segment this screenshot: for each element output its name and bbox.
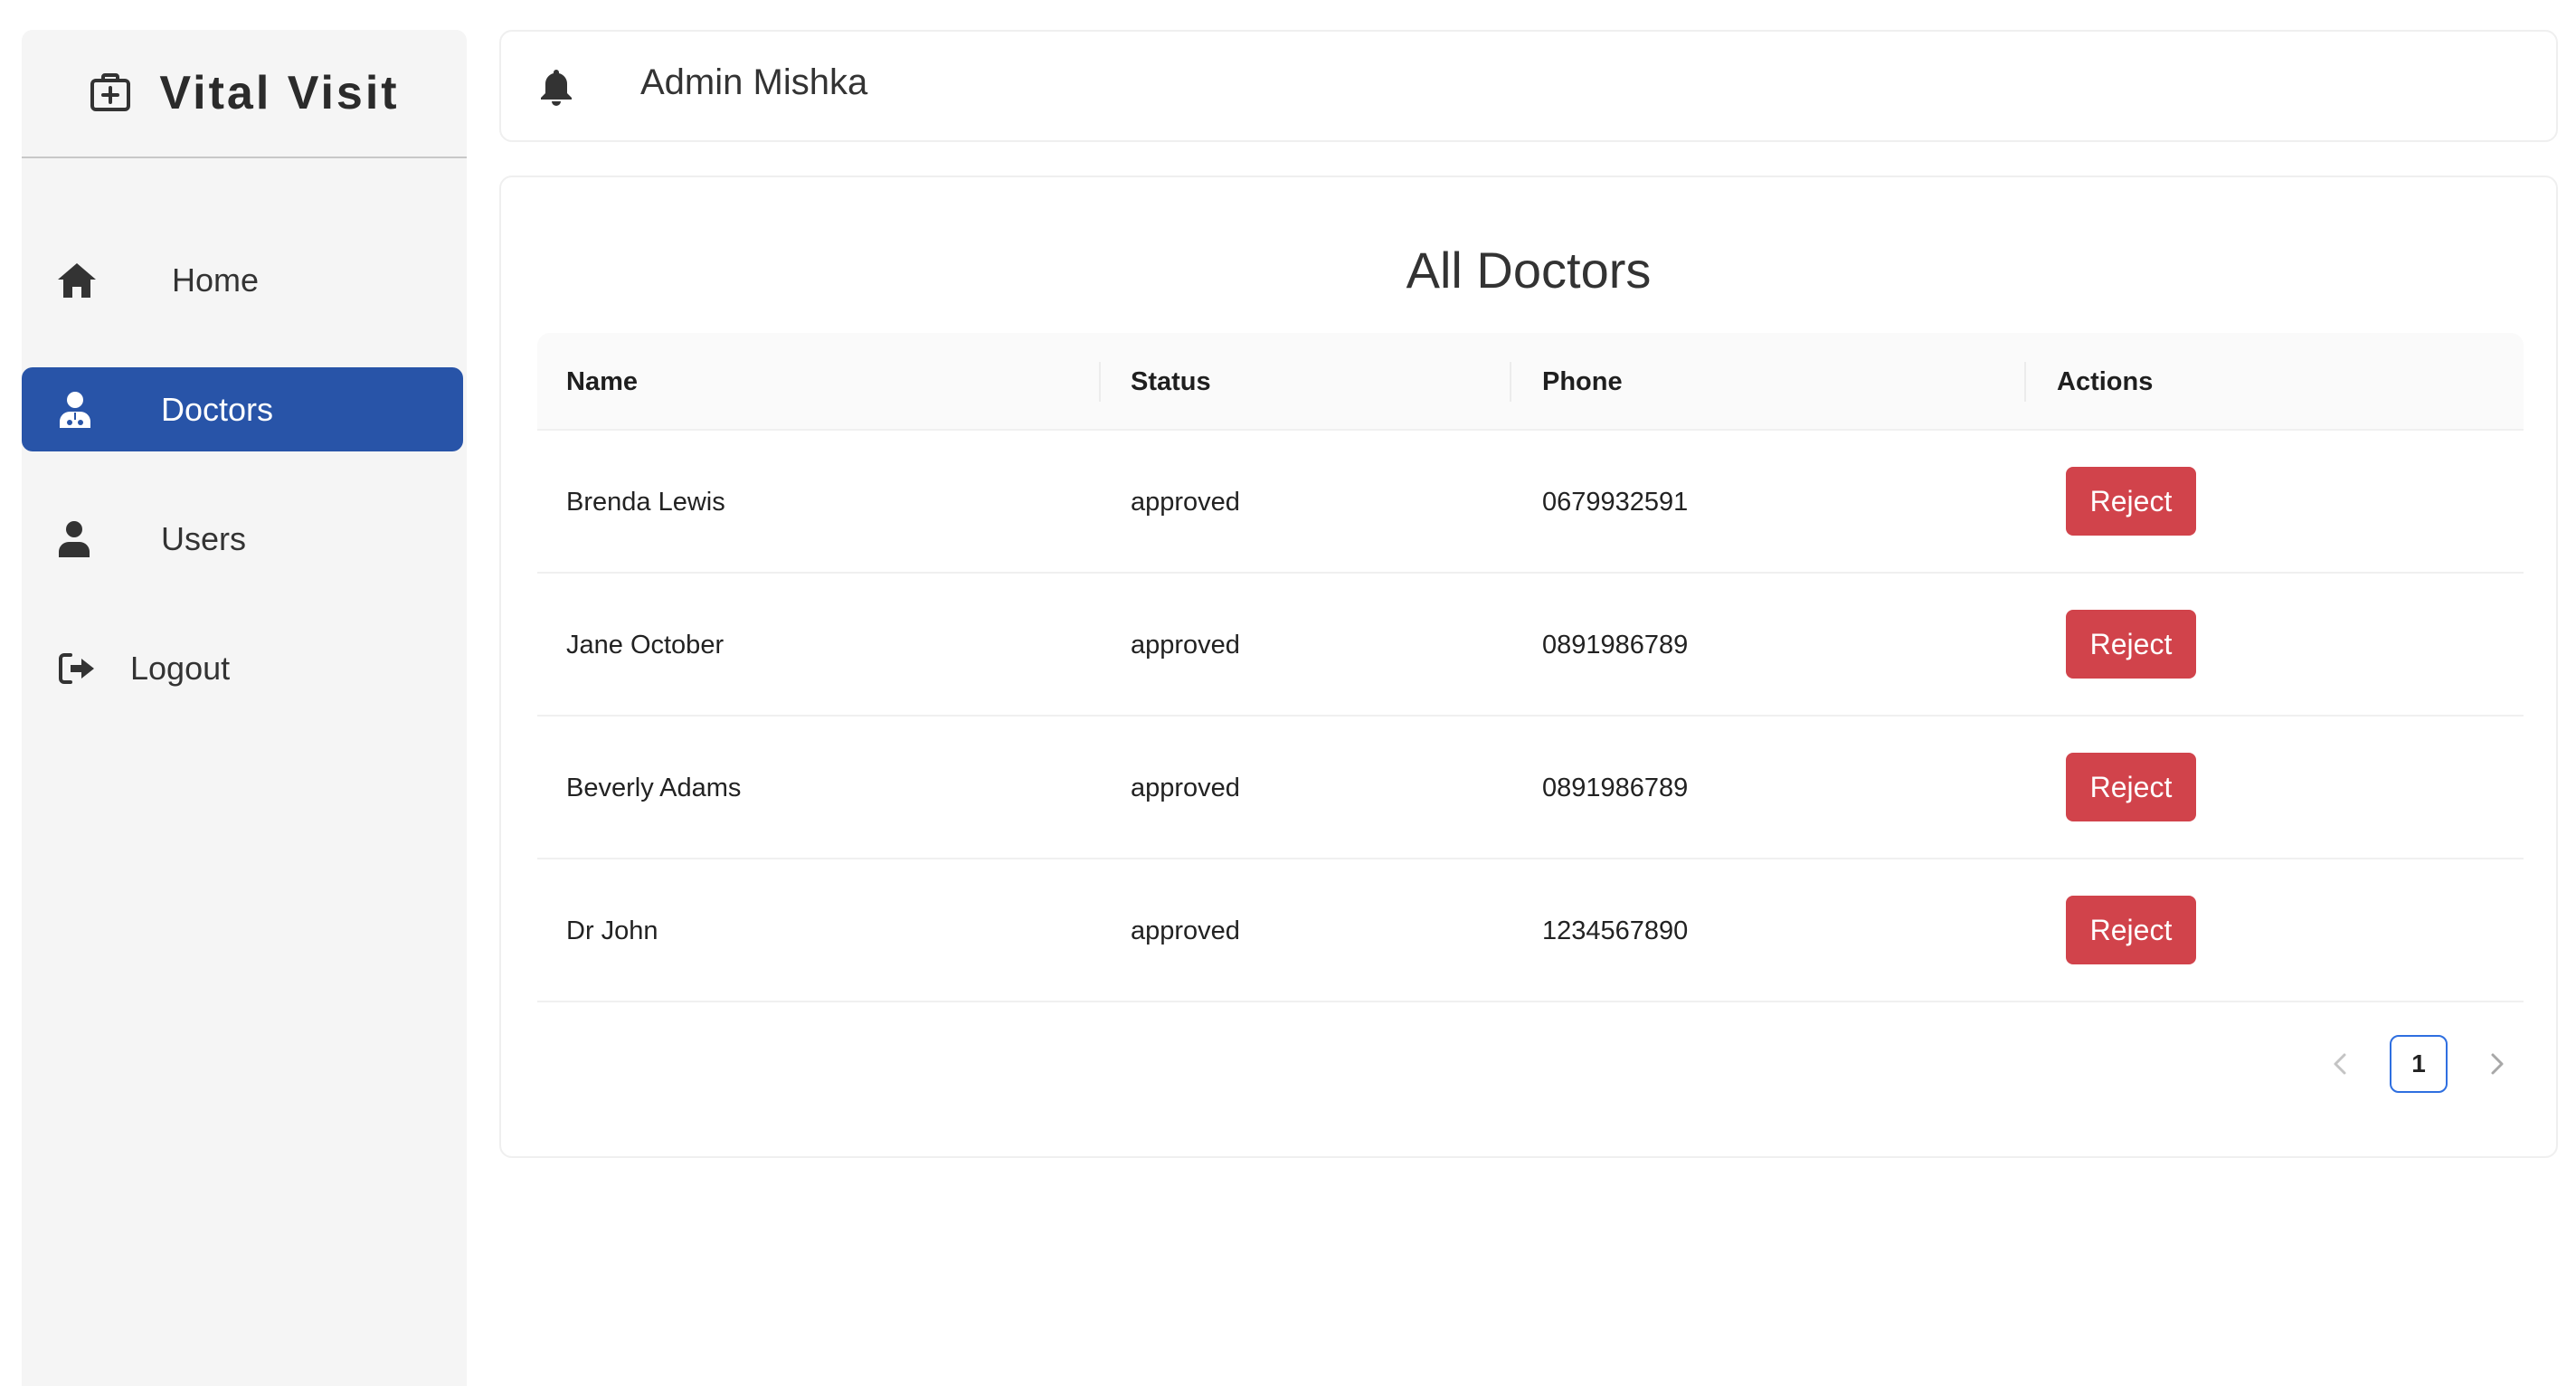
reject-button[interactable]: Reject <box>2066 610 2196 679</box>
reject-button[interactable]: Reject <box>2066 467 2196 536</box>
doctor-status: approved <box>1131 773 1240 802</box>
sidebar-item-doctors[interactable]: Doctors <box>22 367 463 451</box>
pagination: 1 <box>2317 1035 2520 1093</box>
sidebar-item-label: Home <box>172 261 260 299</box>
doctor-phone: 0891986789 <box>1542 630 1689 660</box>
medical-kit-icon <box>89 71 132 115</box>
sidebar-item-label: Doctors <box>161 390 274 428</box>
doctor-icon <box>58 391 92 429</box>
doctor-status: approved <box>1131 630 1240 660</box>
user-icon <box>58 520 90 558</box>
column-divider <box>1099 362 1101 402</box>
doctor-name: Beverly Adams <box>566 773 742 802</box>
doctor-name: Jane October <box>566 630 724 660</box>
column-header-phone[interactable]: Phone <box>1542 333 1623 431</box>
sidebar: Vital Visit Home Doctors Users Logout <box>22 30 467 1386</box>
brand: Vital Visit <box>22 30 467 158</box>
doctor-name: Dr John <box>566 916 658 945</box>
column-header-name[interactable]: Name <box>566 333 638 431</box>
bell-icon[interactable] <box>539 68 573 110</box>
table-row: Dr John approved 1234567890 Reject <box>537 859 2524 1002</box>
doctors-table: Name Status Phone Actions Brenda Lewis a… <box>537 333 2524 1002</box>
table-row: Brenda Lewis approved 0679932591 Reject <box>537 431 2524 574</box>
column-divider <box>2024 362 2026 402</box>
column-header-actions[interactable]: Actions <box>2057 333 2153 431</box>
app-title: Vital Visit <box>159 67 400 119</box>
sidebar-item-logout[interactable]: Logout <box>22 626 463 710</box>
home-icon <box>56 261 98 299</box>
reject-button[interactable]: Reject <box>2066 753 2196 821</box>
logout-icon <box>58 652 96 685</box>
reject-button[interactable]: Reject <box>2066 896 2196 964</box>
doctor-phone: 1234567890 <box>1542 916 1689 945</box>
table-row: Jane October approved 0891986789 Reject <box>537 574 2524 717</box>
page-title: All Doctors <box>1406 242 1652 299</box>
table-header: Name Status Phone Actions <box>537 333 2524 431</box>
top-bar: Admin Mishka <box>499 30 2558 142</box>
sidebar-item-label: Logout <box>130 649 231 687</box>
sidebar-item-users[interactable]: Users <box>22 497 463 581</box>
doctors-card: All Doctors Name Status Phone Actions Br… <box>499 176 2558 1158</box>
table-row: Beverly Adams approved 0891986789 Reject <box>537 717 2524 859</box>
doctor-status: approved <box>1131 487 1240 517</box>
user-name: Admin Mishka <box>640 62 868 102</box>
doctor-name: Brenda Lewis <box>566 487 725 517</box>
column-header-status[interactable]: Status <box>1131 333 1211 431</box>
pagination-page-current[interactable]: 1 <box>2390 1035 2448 1093</box>
sidebar-item-home[interactable]: Home <box>22 238 463 322</box>
column-divider <box>1510 362 1511 402</box>
doctor-phone: 0891986789 <box>1542 773 1689 802</box>
doctor-phone: 0679932591 <box>1542 487 1689 517</box>
chevron-right-icon[interactable] <box>2475 1035 2520 1093</box>
sidebar-item-label: Users <box>161 519 247 557</box>
chevron-left-icon[interactable] <box>2317 1035 2363 1093</box>
doctor-status: approved <box>1131 916 1240 945</box>
